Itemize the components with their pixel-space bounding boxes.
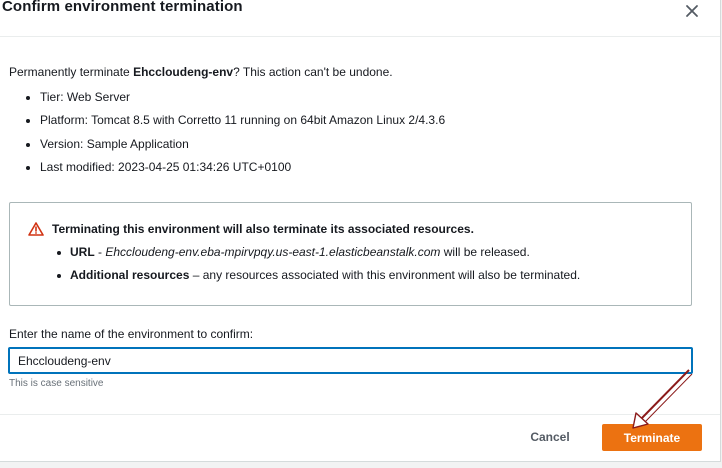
- warning-item-url-label: URL: [70, 245, 95, 259]
- warning-item-additional-label: Additional resources: [70, 268, 190, 282]
- case-sensitive-hint: This is case sensitive: [9, 378, 104, 389]
- warning-heading: Terminating this environment will also t…: [52, 222, 474, 236]
- termination-prompt: Permanently terminate Ehccloudeng-env? T…: [9, 65, 393, 79]
- prompt-prefix: Permanently terminate: [9, 65, 134, 79]
- warning-icon: [28, 222, 44, 236]
- environment-details: Tier: Web Server Platform: Tomcat 8.5 wi…: [22, 90, 445, 183]
- confirm-field-label: Enter the name of the environment to con…: [9, 327, 254, 341]
- dialog-header: Confirm environment termination: [0, 0, 720, 37]
- confirm-termination-dialog: Confirm environment termination Permanen…: [0, 0, 721, 462]
- prompt-suffix: ? This action can't be undone.: [233, 65, 393, 79]
- close-button[interactable]: [680, 0, 704, 22]
- footer-divider: [0, 414, 720, 415]
- cancel-button[interactable]: Cancel: [515, 424, 585, 450]
- prompt-env-name: Ehccloudeng-env: [133, 65, 234, 79]
- environment-url: Ehccloudeng-env.eba-mpirvpqy.us-east-1.e…: [105, 245, 441, 259]
- close-icon: [686, 5, 698, 17]
- warning-item-additional: Additional resources – any resources ass…: [52, 268, 580, 291]
- detail-last-modified: Last modified: 2023-04-25 01:34:26 UTC+0…: [22, 160, 445, 183]
- warning-alert: Terminating this environment will also t…: [9, 202, 692, 306]
- warning-list: URL - Ehccloudeng-env.eba-mpirvpqy.us-ea…: [52, 245, 580, 291]
- detail-platform: Platform: Tomcat 8.5 with Corretto 11 ru…: [22, 113, 445, 136]
- detail-version: Version: Sample Application: [22, 137, 445, 160]
- dialog-title: Confirm environment termination: [2, 0, 243, 15]
- environment-name-input[interactable]: [8, 347, 693, 374]
- detail-tier: Tier: Web Server: [22, 90, 445, 113]
- warning-item-additional-text: any resources associated with this envir…: [202, 268, 581, 282]
- terminate-button[interactable]: Terminate: [602, 424, 702, 451]
- warning-item-url: URL - Ehccloudeng-env.eba-mpirvpqy.us-ea…: [52, 245, 580, 268]
